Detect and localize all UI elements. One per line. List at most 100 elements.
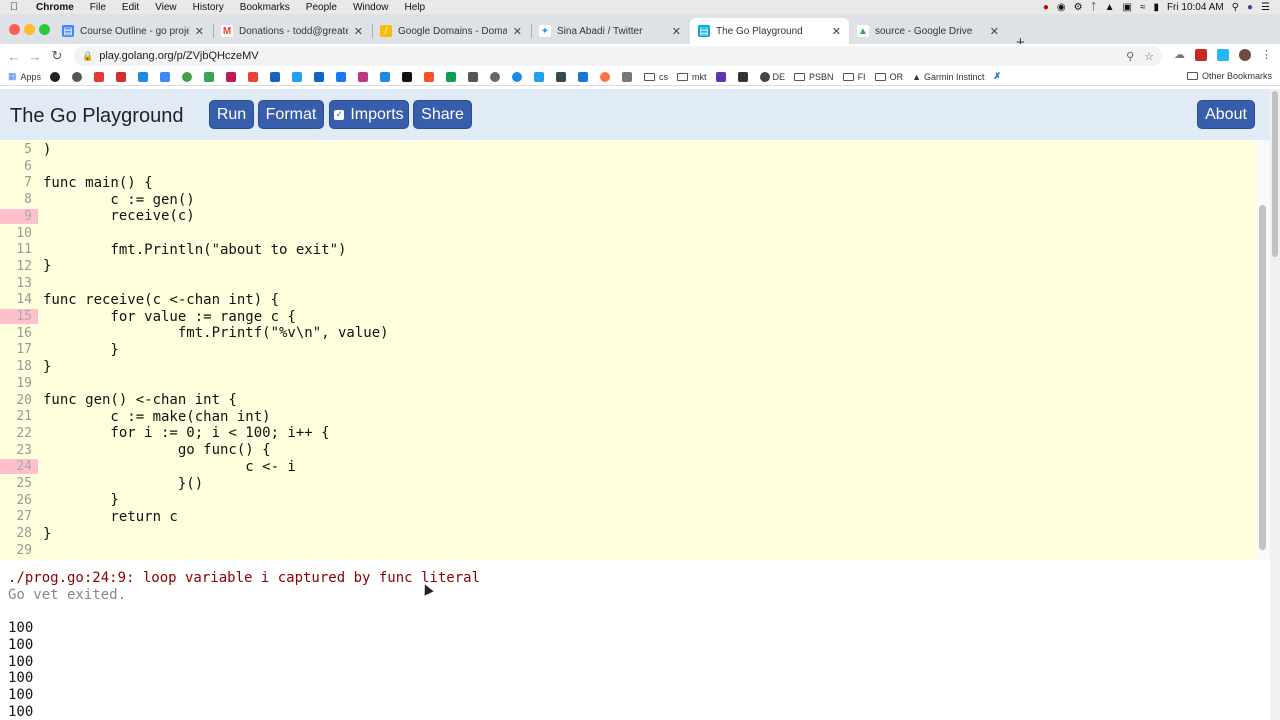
code-text[interactable]: } bbox=[38, 526, 51, 542]
bookmark-23[interactable] bbox=[534, 71, 547, 82]
bookmark-28[interactable] bbox=[715, 71, 729, 82]
close-icon[interactable]: ✕ bbox=[832, 25, 841, 38]
bookmark-25[interactable] bbox=[578, 71, 591, 82]
code-line[interactable]: 15 for value := range c { bbox=[0, 308, 1256, 325]
bookmark-24[interactable] bbox=[556, 71, 569, 82]
code-line[interactable]: 12} bbox=[0, 258, 1256, 275]
reload-icon[interactable]: ↻ bbox=[46, 48, 68, 64]
bookmark-16[interactable] bbox=[380, 71, 393, 82]
status-wifi-icon[interactable]: ≈ bbox=[1140, 2, 1146, 13]
profile-avatar-icon[interactable] bbox=[1239, 48, 1251, 61]
menu-view[interactable]: View bbox=[147, 2, 185, 13]
code-line[interactable]: 25 }() bbox=[0, 475, 1256, 492]
imports-toggle[interactable]: ✓ Imports bbox=[329, 100, 409, 129]
bookmark-garmin[interactable]: ▲ Garmin Instinct bbox=[912, 72, 984, 82]
page-scrollbar-thumb[interactable] bbox=[1272, 91, 1278, 257]
bookmark-folder-cs[interactable]: cs bbox=[644, 72, 668, 82]
window-minimize-button[interactable] bbox=[24, 24, 35, 35]
status-drive-icon[interactable]: ▲ bbox=[1105, 2, 1115, 13]
code-text[interactable]: } bbox=[38, 359, 51, 375]
code-text[interactable]: } bbox=[38, 342, 118, 358]
close-icon[interactable]: ✕ bbox=[990, 25, 999, 38]
chrome-menu-icon[interactable]: ⋮ bbox=[1261, 48, 1272, 61]
bookmark-29[interactable] bbox=[737, 71, 751, 82]
code-text[interactable]: func main() { bbox=[38, 175, 153, 191]
bookmark-15[interactable] bbox=[358, 71, 371, 82]
window-close-button[interactable] bbox=[9, 24, 20, 35]
status-clock[interactable]: Fri 10:04 AM bbox=[1167, 2, 1224, 13]
menu-help[interactable]: Help bbox=[397, 2, 434, 13]
code-line[interactable]: 16 fmt.Printf("%v\n", value) bbox=[0, 325, 1256, 342]
status-app-icon[interactable]: ● bbox=[1043, 2, 1049, 13]
bookmark-2[interactable] bbox=[72, 71, 85, 82]
code-line[interactable]: 21 c := make(chan int) bbox=[0, 408, 1256, 425]
menu-window[interactable]: Window bbox=[345, 2, 397, 13]
about-button[interactable]: About bbox=[1197, 100, 1255, 129]
code-text[interactable]: receive(c) bbox=[38, 208, 194, 224]
status-gear-icon[interactable]: ⚙ bbox=[1074, 2, 1083, 13]
code-line[interactable]: 22 for i := 0; i < 100; i++ { bbox=[0, 425, 1256, 442]
bookmark-8[interactable] bbox=[204, 71, 217, 82]
code-line[interactable]: 29 bbox=[0, 542, 1256, 559]
code-line[interactable]: 14 func receive(c <-chan int) { bbox=[0, 291, 1256, 308]
bookmark-11[interactable] bbox=[270, 71, 283, 82]
code-line[interactable]: 13 bbox=[0, 275, 1256, 292]
code-text[interactable]: c := gen() bbox=[38, 192, 194, 208]
other-bookmarks[interactable]: Other Bookmarks bbox=[1186, 71, 1272, 81]
bookmark-17[interactable] bbox=[402, 71, 415, 82]
code-line[interactable]: 20 func gen() <-chan int { bbox=[0, 392, 1256, 409]
bookmark-5[interactable] bbox=[138, 71, 151, 82]
code-text[interactable]: func gen() <-chan int { bbox=[38, 392, 237, 408]
page-scrollbar[interactable] bbox=[1270, 89, 1280, 720]
code-line[interactable]: 7 func main() { bbox=[0, 174, 1256, 191]
notification-center-icon[interactable]: ☰ bbox=[1261, 2, 1270, 13]
tab-google-domains[interactable]: / Google Domains - Domain ove ✕ bbox=[372, 18, 530, 44]
bookmark-star-icon[interactable]: ☆ bbox=[1144, 50, 1154, 63]
code-line[interactable]: 26 } bbox=[0, 492, 1256, 509]
bookmark-1[interactable] bbox=[50, 71, 63, 82]
menu-history[interactable]: History bbox=[185, 2, 232, 13]
code-text[interactable]: c := make(chan int) bbox=[38, 409, 270, 425]
close-icon[interactable]: ✕ bbox=[513, 25, 522, 38]
bookmark-14[interactable] bbox=[336, 71, 349, 82]
user-avatar-icon[interactable]: ● bbox=[1247, 2, 1253, 13]
menu-people[interactable]: People bbox=[298, 2, 345, 13]
window-zoom-button[interactable] bbox=[39, 24, 50, 35]
bookmark-9[interactable] bbox=[226, 71, 239, 82]
menu-file[interactable]: File bbox=[82, 2, 114, 13]
menu-edit[interactable]: Edit bbox=[114, 2, 147, 13]
apple-menu-icon[interactable]:  bbox=[0, 1, 28, 13]
code-text[interactable]: for i := 0; i < 100; i++ { bbox=[38, 425, 329, 441]
code-text[interactable]: return c bbox=[38, 509, 177, 525]
code-line[interactable]: 28} bbox=[0, 525, 1256, 542]
code-text[interactable]: go func() { bbox=[38, 442, 271, 458]
bookmark-18[interactable] bbox=[424, 71, 437, 82]
tab-course-outline[interactable]: ▤ Course Outline - go project - G ✕ bbox=[54, 18, 212, 44]
bookmark-21[interactable] bbox=[490, 71, 503, 82]
bookmark-apps[interactable]: ▦ Apps bbox=[8, 71, 41, 82]
status-bluetooth-icon[interactable]: ᛏ bbox=[1091, 2, 1097, 13]
bookmark-4[interactable] bbox=[116, 71, 129, 82]
code-editor[interactable]: 5) 6 7 func main() {8 c := gen() 9 receive(c… bbox=[0, 140, 1256, 560]
code-text[interactable]: } bbox=[38, 492, 118, 508]
bookmark-22[interactable] bbox=[512, 71, 525, 82]
close-icon[interactable]: ✕ bbox=[195, 25, 204, 38]
red-extension-icon[interactable] bbox=[1195, 48, 1207, 61]
forward-arrow-icon[interactable]: → bbox=[24, 49, 46, 64]
bookmark-27[interactable] bbox=[622, 71, 635, 82]
code-text[interactable]: ) bbox=[38, 142, 51, 158]
code-text[interactable]: }() bbox=[38, 476, 203, 492]
code-line[interactable]: 24 c <- i bbox=[0, 458, 1256, 475]
code-text[interactable]: func receive(c <-chan int) { bbox=[38, 292, 279, 308]
bookmark-3[interactable] bbox=[94, 71, 107, 82]
code-line[interactable]: 18} bbox=[0, 358, 1256, 375]
code-text[interactable]: c <- i bbox=[38, 459, 296, 475]
code-line[interactable]: 9 receive(c) bbox=[0, 208, 1256, 225]
bookmark-13[interactable] bbox=[314, 71, 327, 82]
close-icon[interactable]: ✕ bbox=[672, 25, 681, 38]
status-screen-icon[interactable]: ▣ bbox=[1122, 2, 1131, 13]
editor-scrollbar-thumb[interactable] bbox=[1259, 205, 1266, 550]
code-text[interactable]: fmt.Println("about to exit") bbox=[38, 242, 346, 258]
editor-scrollbar[interactable] bbox=[1256, 140, 1270, 560]
code-line[interactable]: 17 } bbox=[0, 341, 1256, 358]
